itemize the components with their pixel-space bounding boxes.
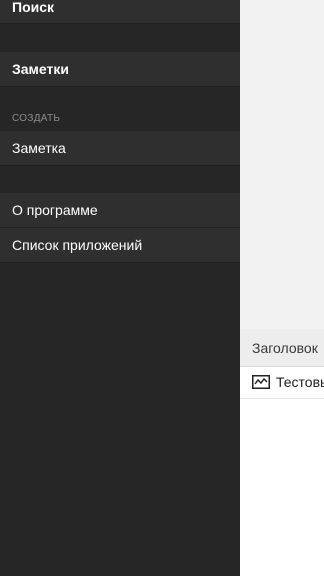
content-background [240, 0, 324, 329]
drawer-item-about-label: О программе [12, 202, 98, 218]
drawer-item-new-note-label: Заметка [12, 140, 66, 156]
chart-line-icon [252, 375, 270, 389]
drawer-item-new-note[interactable]: Заметка [0, 131, 240, 166]
drawer-item-app-list-label: Список приложений [12, 237, 143, 253]
drawer-item-notes-label: Заметки [12, 61, 69, 77]
drawer-item-notes[interactable]: Заметки [0, 52, 240, 87]
list-item-title: Тестовь [276, 374, 324, 390]
drawer-item-about[interactable]: О программе [0, 193, 240, 228]
drawer-item-search-label: Поиск [12, 0, 55, 15]
drawer-item-app-list[interactable]: Список приложений [0, 228, 240, 263]
main-content: Заголовок Тестовь [240, 0, 324, 576]
list-header: Заголовок [240, 329, 324, 367]
list-header-title: Заголовок [252, 340, 318, 356]
navigation-drawer: Поиск Заметки СОЗДАТЬ Заметка О программ… [0, 0, 240, 576]
drawer-item-search[interactable]: Поиск [0, 0, 240, 24]
create-section-header: СОЗДАТЬ [12, 113, 61, 124]
list-item[interactable]: Тестовь [240, 367, 324, 399]
